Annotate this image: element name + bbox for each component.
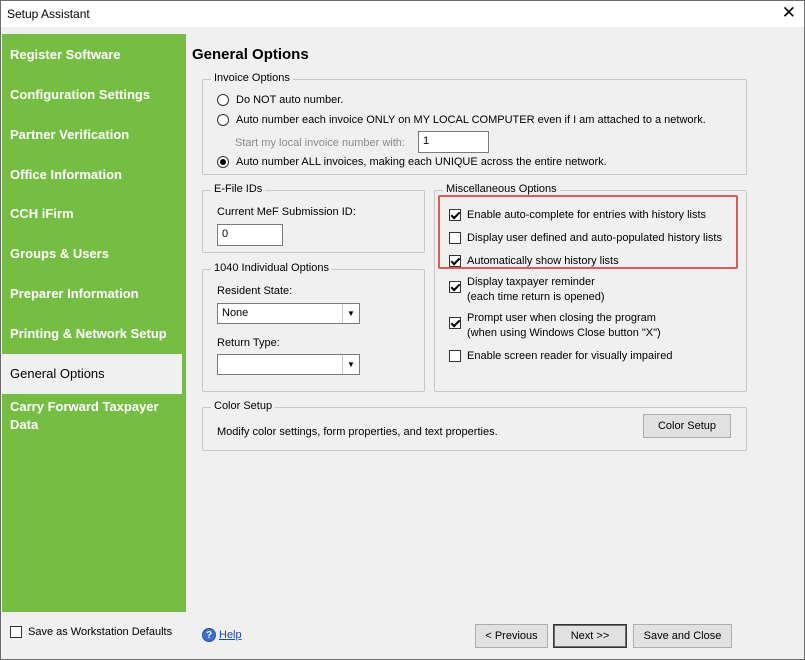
radio-local-label: Auto number each invoice ONLY on MY LOCA… xyxy=(236,114,706,126)
option-text: Prompt user when closing the program (wh… xyxy=(467,311,661,341)
checkbox[interactable] xyxy=(449,281,461,293)
sidebar-item-cch-ifirm[interactable]: CCH iFirm xyxy=(2,205,182,223)
chevron-down-icon[interactable]: ▼ xyxy=(342,304,359,323)
color-setup-group: Color Setup Modify color settings, form … xyxy=(202,400,747,451)
radio-indicator[interactable] xyxy=(217,94,229,106)
color-setup-button[interactable]: Color Setup xyxy=(643,414,731,438)
sidebar-item-configuration-settings[interactable]: Configuration Settings xyxy=(2,86,182,104)
option-sublabel: (when using Windows Close button "X") xyxy=(467,327,661,339)
option-text: Display taxpayer reminder (each time ret… xyxy=(467,275,605,305)
option-sublabel: (each time return is opened) xyxy=(467,291,605,303)
option-label: Prompt user when closing the program xyxy=(467,312,656,324)
sidebar-item-preparer-information[interactable]: Preparer Information xyxy=(2,285,182,303)
resident-state-value: None xyxy=(222,307,249,319)
chevron-down-icon[interactable]: ▼ xyxy=(342,355,359,374)
sidebar-item-carry-forward-taxpayer-data[interactable]: Carry Forward Taxpayer Data xyxy=(2,398,172,434)
option-taxpayer-reminder[interactable]: Display taxpayer reminder (each time ret… xyxy=(449,275,605,305)
option-auto-show-history[interactable]: Automatically show history lists xyxy=(449,254,619,269)
sidebar-item-register-software[interactable]: Register Software xyxy=(2,46,182,64)
help-label[interactable]: Help xyxy=(219,629,242,641)
checkbox[interactable] xyxy=(449,209,461,221)
misc-options-group: Miscellaneous Options Enable auto-comple… xyxy=(434,183,747,392)
help-icon[interactable]: ? xyxy=(202,628,216,642)
return-type-label: Return Type: xyxy=(217,337,280,349)
sidebar-item-general-options[interactable]: General Options xyxy=(2,354,182,394)
next-button[interactable]: Next >> xyxy=(553,624,627,648)
sidebar-item-partner-verification[interactable]: Partner Verification xyxy=(2,126,182,144)
misc-options-legend: Miscellaneous Options xyxy=(443,183,560,195)
option-label: Automatically show history lists xyxy=(467,255,619,267)
radio-local-auto-number[interactable]: Auto number each invoice ONLY on MY LOCA… xyxy=(217,112,706,128)
option-screen-reader[interactable]: Enable screen reader for visually impair… xyxy=(449,349,672,364)
start-invoice-label: Start my local invoice number with: xyxy=(235,137,405,149)
individual-1040-group: 1040 Individual Options Resident State: … xyxy=(202,262,425,392)
checkbox[interactable] xyxy=(449,255,461,267)
option-label: Display taxpayer reminder xyxy=(467,276,595,288)
resident-state-label: Resident State: xyxy=(217,285,293,297)
setup-assistant-window: Setup Assistant ✕ Register Software Conf… xyxy=(0,0,805,660)
main-content: General Options Invoice Options Do NOT a… xyxy=(188,34,801,612)
close-icon[interactable]: ✕ xyxy=(782,4,796,22)
title-bar: Setup Assistant ✕ xyxy=(1,1,804,27)
individual-1040-legend: 1040 Individual Options xyxy=(211,262,332,274)
page-title: General Options xyxy=(192,46,309,63)
radio-indicator[interactable] xyxy=(217,156,229,168)
sidebar-item-groups-users[interactable]: Groups & Users xyxy=(2,245,182,263)
start-invoice-input[interactable]: 1 xyxy=(418,131,489,153)
return-type-select[interactable]: ▼ xyxy=(217,354,360,375)
radio-all-auto-number[interactable]: Auto number ALL invoices, making each UN… xyxy=(217,154,607,170)
window-title: Setup Assistant xyxy=(7,7,90,21)
option-autocomplete[interactable]: Enable auto-complete for entries with hi… xyxy=(449,208,706,223)
color-setup-description: Modify color settings, form properties, … xyxy=(217,426,498,438)
checkbox[interactable] xyxy=(449,317,461,329)
help-link[interactable]: ? Help xyxy=(202,628,242,642)
resident-state-select[interactable]: None ▼ xyxy=(217,303,360,324)
checkbox[interactable] xyxy=(10,626,22,638)
save-workstation-defaults[interactable]: Save as Workstation Defaults xyxy=(10,626,172,638)
efile-ids-legend: E-File IDs xyxy=(211,183,266,195)
option-label: Display user defined and auto-populated … xyxy=(467,232,722,244)
efile-ids-group: E-File IDs Current MeF Submission ID: 0 xyxy=(202,183,425,253)
checkbox[interactable] xyxy=(449,350,461,362)
radio-all-label: Auto number ALL invoices, making each UN… xyxy=(236,156,607,168)
option-display-history-lists[interactable]: Display user defined and auto-populated … xyxy=(449,231,722,246)
radio-indicator[interactable] xyxy=(217,114,229,126)
mef-submission-label: Current MeF Submission ID: xyxy=(217,206,356,218)
mef-submission-input[interactable]: 0 xyxy=(217,224,283,246)
previous-button[interactable]: < Previous xyxy=(475,624,548,648)
save-workstation-defaults-label: Save as Workstation Defaults xyxy=(28,626,173,638)
radio-not-auto-number[interactable]: Do NOT auto number. xyxy=(217,92,343,108)
sidebar-item-printing-network-setup[interactable]: Printing & Network Setup xyxy=(2,325,182,343)
option-label: Enable auto-complete for entries with hi… xyxy=(467,209,707,221)
option-label: Enable screen reader for visually impair… xyxy=(467,350,673,362)
invoice-options-group: Invoice Options Do NOT auto number. Auto… xyxy=(202,72,747,175)
checkbox[interactable] xyxy=(449,232,461,244)
color-setup-legend: Color Setup xyxy=(211,400,276,412)
radio-not-auto-label: Do NOT auto number. xyxy=(236,94,344,106)
sidebar-item-office-information[interactable]: Office Information xyxy=(2,166,182,184)
option-prompt-closing[interactable]: Prompt user when closing the program (wh… xyxy=(449,311,661,341)
invoice-options-legend: Invoice Options xyxy=(211,72,293,84)
save-and-close-button[interactable]: Save and Close xyxy=(633,624,732,648)
sidebar: Register Software Configuration Settings… xyxy=(2,34,186,612)
